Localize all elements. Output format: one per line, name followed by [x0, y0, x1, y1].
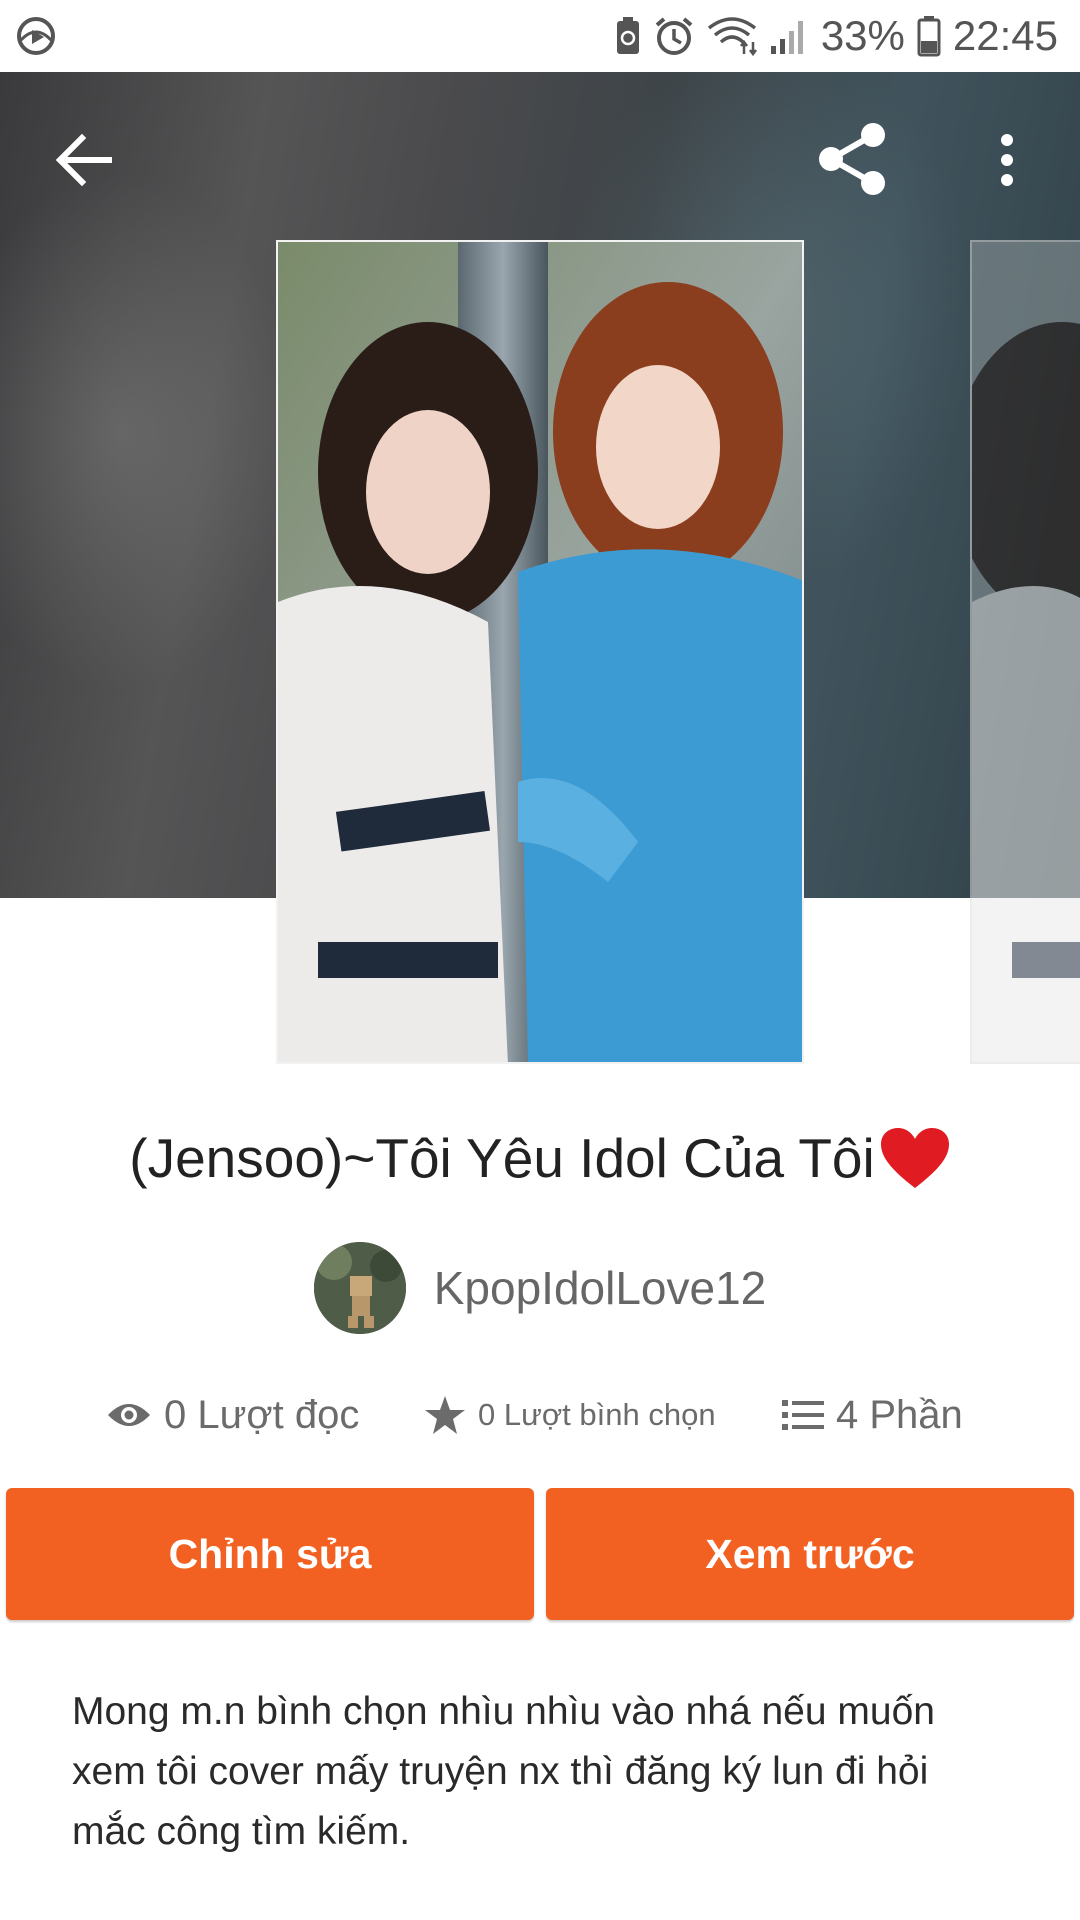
clock: 22:45 — [952, 12, 1058, 59]
more-options-button[interactable] — [985, 120, 1029, 200]
eye-icon — [108, 1404, 150, 1426]
parts-count: 4 Phần — [836, 1392, 963, 1437]
alarm-icon — [653, 15, 695, 57]
wifi-icon — [707, 16, 757, 56]
votes-stat: 0 Lượt bình chọn — [424, 1380, 716, 1450]
list-icon — [782, 1400, 824, 1430]
battery-percent: 33% — [820, 12, 905, 59]
status-bar: 33% 22:45 — [0, 0, 1080, 72]
more-vertical-icon — [1001, 134, 1013, 186]
arrow-left-icon — [56, 134, 112, 186]
back-button[interactable] — [44, 120, 124, 200]
avatar[interactable] — [313, 1242, 406, 1334]
votes-count: 0 Lượt bình chọn — [478, 1397, 716, 1432]
share-icon — [819, 123, 885, 195]
media-app-icon — [16, 16, 56, 56]
author-name[interactable]: KpopIdolLove12 — [434, 1261, 767, 1315]
battery-icon — [917, 15, 941, 57]
author-row[interactable]: KpopIdolLove12 — [0, 1242, 1080, 1334]
reads-stat: 0 Lượt đọc — [106, 1380, 359, 1450]
story-description: Mong m.n bình chọn nhìu nhìu vào nhá nếu… — [72, 1690, 935, 1853]
share-button[interactable] — [808, 114, 898, 204]
next-cover-preview[interactable] — [970, 240, 1080, 1064]
story-title: (Jensoo)~Tôi Yêu Idol Của Tôi — [0, 1126, 1080, 1190]
heart-icon — [880, 1128, 949, 1188]
star-icon — [425, 1396, 465, 1434]
signal-icon — [769, 16, 809, 56]
preview-button[interactable]: Xem trước — [546, 1488, 1074, 1620]
edit-button[interactable]: Chỉnh sửa — [6, 1488, 534, 1620]
story-cover-image[interactable] — [276, 240, 804, 1064]
story-stats: 0 Lượt đọc 0 Lượt bình chọn 4 Phần — [0, 1380, 1080, 1450]
story-title-text: (Jensoo)~Tôi Yêu Idol Của Tôi — [129, 1127, 875, 1189]
battery-saver-icon — [615, 16, 641, 56]
parts-stat: 4 Phần — [782, 1380, 963, 1450]
reads-count: 0 Lượt đọc — [164, 1392, 360, 1437]
